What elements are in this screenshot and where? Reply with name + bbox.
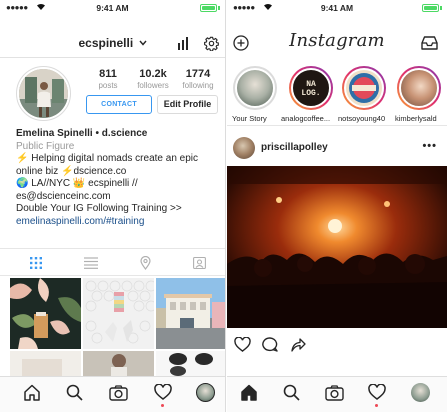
followers-value: 10.2k bbox=[139, 68, 167, 80]
post-actions bbox=[227, 334, 447, 356]
status-bar: ●●●●● 9:41 AM bbox=[227, 0, 447, 14]
profile-header: ecspinelli bbox=[0, 14, 225, 58]
post-photo[interactable] bbox=[227, 166, 447, 328]
feed-header: Instagram bbox=[227, 14, 447, 58]
profile-avatar[interactable] bbox=[411, 383, 430, 402]
grid-icon[interactable] bbox=[30, 257, 42, 269]
bio-line: Double Your IG Following Training >> bbox=[16, 203, 182, 214]
story-label: kimberlysald bbox=[395, 114, 437, 123]
activity-notification-dot bbox=[161, 404, 164, 407]
gear-icon[interactable] bbox=[204, 36, 219, 51]
battery-icon bbox=[200, 4, 217, 12]
home-icon[interactable] bbox=[240, 384, 258, 401]
story-item[interactable] bbox=[233, 66, 277, 110]
followers-count[interactable]: 10.2k followers bbox=[129, 68, 177, 90]
profile-bio: Emelina Spinelli • d.science Public Figu… bbox=[16, 128, 222, 228]
grid-photo[interactable] bbox=[83, 351, 154, 376]
story-label: Your Story bbox=[232, 114, 267, 123]
profile-avatar[interactable] bbox=[16, 66, 71, 121]
grid-photo[interactable] bbox=[10, 278, 81, 349]
inbox-icon[interactable] bbox=[421, 36, 438, 50]
feed-screen: ●●●●● 9:41 AM Instagram Your Story NA LO… bbox=[227, 0, 447, 412]
following-count[interactable]: 1774 following bbox=[174, 68, 222, 90]
bio-line: online biz ⚡dscience.co bbox=[16, 165, 127, 177]
profile-screen: ●●●●● 9:41 AM ecspinelli 811 posts 10.2k… bbox=[0, 0, 226, 412]
post-header: priscillapolley ••• bbox=[227, 132, 447, 164]
profile-website-link[interactable]: emelinaspinelli.com/#training bbox=[16, 216, 222, 229]
story-item[interactable] bbox=[397, 66, 441, 110]
profile-username-switcher[interactable]: ecspinelli bbox=[0, 36, 225, 50]
followers-label: followers bbox=[137, 81, 169, 90]
status-bar: ●●●●● 9:41 AM bbox=[0, 0, 225, 14]
story-item[interactable] bbox=[342, 66, 386, 110]
comment-icon[interactable] bbox=[262, 337, 278, 352]
bio-line: 🌍 LA//NYC 👑 ecspinelli // bbox=[16, 178, 138, 189]
story-logo-badge: NA LOG. bbox=[301, 80, 321, 98]
tagged-icon[interactable] bbox=[193, 256, 206, 269]
grid-photo[interactable] bbox=[156, 351, 225, 376]
post-options-icon[interactable]: ••• bbox=[422, 140, 437, 152]
story-item[interactable]: NA LOG. bbox=[289, 66, 333, 110]
profile-full-name: Emelina Spinelli • d.science bbox=[16, 128, 148, 139]
camera-icon[interactable] bbox=[109, 385, 128, 401]
status-time: 9:41 AM bbox=[96, 3, 129, 13]
grid-photo[interactable] bbox=[10, 351, 81, 376]
location-pin-icon[interactable] bbox=[140, 256, 151, 270]
following-value: 1774 bbox=[185, 68, 211, 80]
heart-icon[interactable] bbox=[154, 384, 172, 400]
edit-profile-button[interactable]: Edit Profile bbox=[157, 95, 218, 114]
insights-icon[interactable] bbox=[177, 37, 191, 50]
contact-button[interactable]: CONTACT bbox=[86, 95, 152, 114]
chevron-down-icon bbox=[138, 40, 147, 46]
bottom-navigation bbox=[227, 376, 447, 412]
list-icon[interactable] bbox=[84, 257, 98, 269]
posts-value: 811 bbox=[99, 68, 117, 80]
profile-photo-grid bbox=[10, 278, 225, 376]
post-username[interactable]: priscillapolley bbox=[261, 142, 328, 153]
posts-label: posts bbox=[98, 81, 118, 90]
instagram-logo: Instagram bbox=[289, 30, 385, 51]
profile-avatar[interactable] bbox=[196, 383, 215, 402]
following-label: following bbox=[182, 81, 214, 90]
profile-view-tabs bbox=[0, 248, 225, 276]
status-time: 9:41 AM bbox=[320, 3, 354, 13]
heart-icon[interactable] bbox=[368, 384, 386, 400]
stories-tray: Your Story NA LOG. analogcoffee... notso… bbox=[227, 58, 447, 126]
grid-photo[interactable] bbox=[83, 278, 154, 349]
story-label: notsoyoung40 bbox=[338, 114, 386, 123]
search-icon[interactable] bbox=[66, 384, 83, 401]
home-icon[interactable] bbox=[23, 384, 41, 401]
grid-photo[interactable] bbox=[156, 278, 225, 349]
bio-line: es@dscienceinc.com bbox=[16, 190, 111, 202]
post-author-avatar[interactable] bbox=[233, 137, 255, 159]
camera-icon[interactable] bbox=[325, 385, 344, 401]
profile-category: Public Figure bbox=[16, 140, 75, 152]
heart-icon[interactable] bbox=[234, 337, 251, 352]
activity-notification-dot bbox=[375, 404, 378, 407]
search-icon[interactable] bbox=[283, 384, 300, 401]
story-label: analogcoffee... bbox=[281, 114, 331, 123]
bottom-navigation bbox=[0, 376, 225, 412]
bio-line: ⚡ Helping digital nomads create an epic bbox=[16, 153, 198, 164]
share-icon[interactable] bbox=[290, 337, 306, 352]
battery-icon bbox=[422, 4, 439, 12]
header-username: ecspinelli bbox=[78, 36, 134, 50]
posts-count[interactable]: 811 posts bbox=[84, 68, 132, 90]
